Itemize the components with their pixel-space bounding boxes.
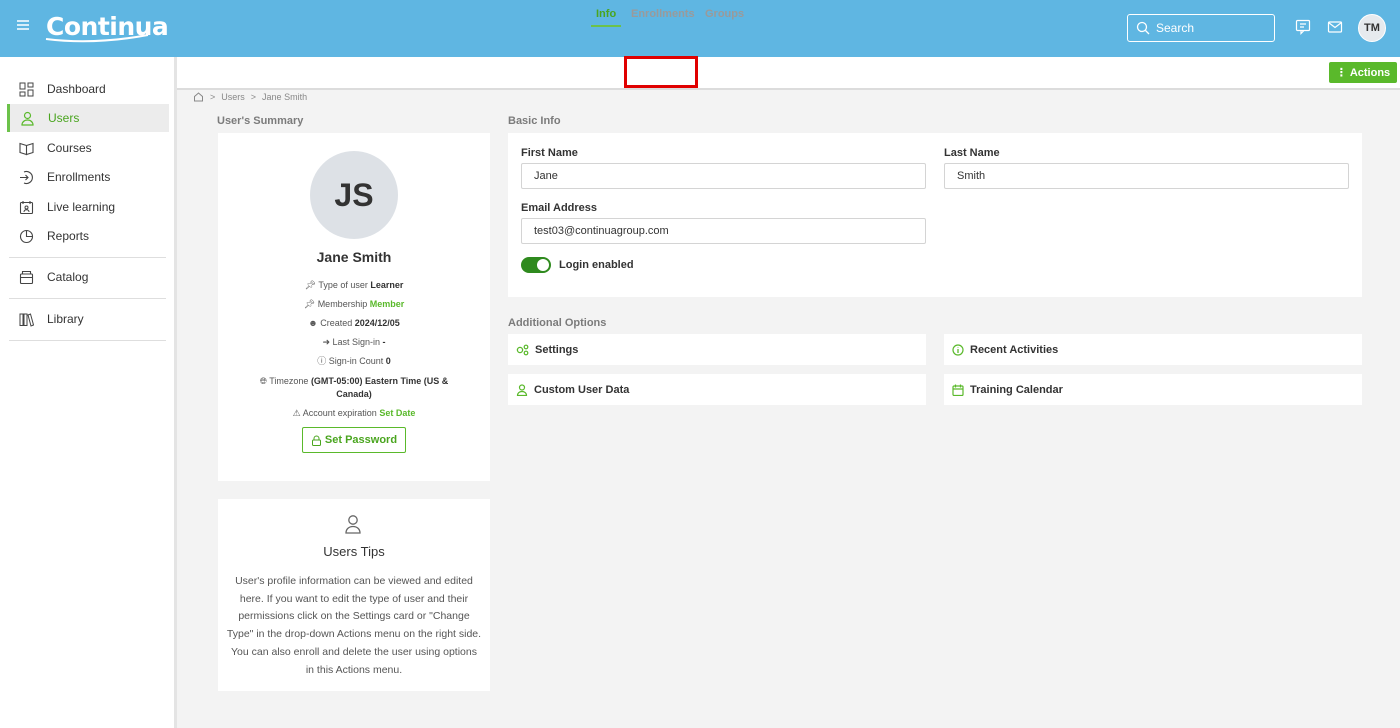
last-name-label: Last Name [944, 147, 1000, 159]
breadcrumb: > Users > Jane Smith [193, 91, 307, 102]
library-icon [19, 312, 34, 327]
pie-chart-icon [19, 229, 34, 243]
logo-swoosh-icon [45, 34, 149, 43]
kebab-icon: ⋮ [1335, 67, 1347, 79]
user-avatar[interactable]: TM [1358, 14, 1386, 42]
feedback-icon[interactable] [1295, 19, 1311, 35]
breadcrumb-separator: > [250, 91, 257, 102]
basic-info-card [508, 133, 1362, 297]
settings-card[interactable]: Settings [508, 334, 926, 365]
sidebar-item-label: Users [48, 111, 80, 125]
tabs-bar [177, 57, 1400, 90]
tab-groups[interactable]: Groups [705, 8, 744, 27]
sign-in-icon: ➜ [322, 337, 330, 347]
user-avatar-large: JS [310, 151, 398, 239]
sidebar-item-live-learning[interactable]: Live learning [7, 193, 169, 221]
actions-button[interactable]: ⋮ Actions [1329, 62, 1397, 83]
tips-body: User's profile information can be viewed… [226, 575, 482, 676]
sidebar-item-label: Live learning [47, 200, 116, 214]
calendar-icon [952, 384, 964, 396]
sidebar-divider [9, 257, 166, 258]
search-box[interactable]: Search [1127, 14, 1275, 42]
login-enabled-label: Login enabled [559, 259, 634, 271]
email-input[interactable]: test03@continuagroup.com [521, 218, 926, 244]
set-date-link[interactable]: Set Date [379, 408, 415, 418]
user-outline-icon: ☻ [308, 318, 318, 328]
dashboard-icon [19, 82, 34, 96]
login-enabled-toggle[interactable] [521, 257, 551, 273]
top-bar: Continua Search TM [0, 0, 1400, 57]
breadcrumb-users[interactable]: Users [221, 92, 245, 102]
sidebar-item-courses[interactable]: Courses [7, 134, 169, 162]
hamburger-menu-icon[interactable] [16, 18, 30, 32]
tips-title: Users Tips [323, 544, 385, 559]
sidebar-divider [9, 340, 166, 341]
pin-icon: 📌︎ [304, 280, 316, 290]
first-name-input[interactable]: Jane [521, 163, 926, 189]
highlight-box [624, 56, 698, 88]
warning-icon: ⚠︎ [292, 408, 301, 418]
sidebar-item-label: Enrollments [47, 170, 111, 184]
training-calendar-card[interactable]: Training Calendar [944, 374, 1362, 405]
summary-section-title: User's Summary [217, 115, 304, 127]
user-name: Jane Smith [316, 249, 392, 265]
sidebar-item-label: Catalog [47, 270, 89, 284]
sidebar-divider [9, 298, 166, 299]
membership-value[interactable]: Member [370, 299, 405, 309]
sidebar-item-catalog[interactable]: Catalog [7, 263, 169, 291]
breadcrumb-separator: > [210, 91, 216, 102]
calendar-person-icon [19, 200, 34, 214]
custom-user-data-card[interactable]: Custom User Data [508, 374, 926, 405]
search-placeholder: Search [1156, 21, 1195, 35]
sidebar-item-users[interactable]: Users [7, 104, 169, 132]
sign-in-count: ⓘ Sign-in Count 0 [317, 356, 391, 366]
book-icon [19, 142, 34, 155]
timezone: 🌐︎ Timezone (GMT-05:00) Eastern Time (US… [259, 376, 449, 399]
sidebar-item-label: Library [47, 312, 84, 326]
last-name-input[interactable]: Smith [944, 163, 1349, 189]
actions-label: Actions [1349, 66, 1391, 79]
catalog-icon [19, 270, 34, 284]
membership: 📌︎ Membership Member [303, 299, 405, 309]
mail-icon[interactable] [1327, 19, 1343, 35]
first-name-label: First Name [521, 147, 578, 159]
created-date: ☻ Created 2024/12/05 [308, 318, 400, 328]
user-icon [516, 383, 528, 396]
gears-icon [516, 344, 529, 355]
sidebar: Dashboard Users Courses Enrollments Live… [0, 57, 177, 728]
sidebar-item-label: Courses [47, 141, 92, 155]
last-sign-in: ➜ Last Sign-in - [322, 337, 386, 347]
enroll-icon [20, 170, 33, 184]
email-label: Email Address [521, 202, 598, 214]
sidebar-item-label: Reports [47, 229, 90, 243]
info-circle-icon [952, 343, 964, 356]
info-circle-icon: ⓘ [317, 356, 327, 366]
type-of-user: 📌︎ Type of user Learner [304, 280, 404, 290]
tab-enrollments[interactable]: Enrollments [631, 8, 695, 27]
sidebar-item-enrollments[interactable]: Enrollments [7, 163, 169, 191]
type-value: Learner [370, 280, 404, 290]
recent-activities-card[interactable]: Recent Activities [944, 334, 1362, 365]
account-expiration: ⚠︎ Account expiration Set Date [292, 408, 416, 418]
tab-info[interactable]: Info [591, 8, 622, 27]
sidebar-item-label: Dashboard [47, 82, 106, 96]
sidebar-item-reports[interactable]: Reports [7, 222, 169, 250]
globe-icon: 🌐︎ [259, 376, 267, 386]
sidebar-item-dashboard[interactable]: Dashboard [7, 75, 169, 103]
sidebar-item-library[interactable]: Library [7, 305, 169, 333]
breadcrumb-current: Jane Smith [262, 91, 308, 102]
lock-icon [311, 435, 321, 446]
basic-info-title: Basic Info [508, 115, 561, 127]
additional-options-title: Additional Options [508, 317, 607, 329]
user-icon [21, 111, 34, 126]
set-password-button[interactable]: Set Password [302, 427, 406, 453]
search-icon [1136, 21, 1150, 35]
pin-icon: 📌︎ [303, 299, 316, 309]
home-icon[interactable] [193, 91, 204, 102]
user-tips-icon [345, 515, 361, 534]
